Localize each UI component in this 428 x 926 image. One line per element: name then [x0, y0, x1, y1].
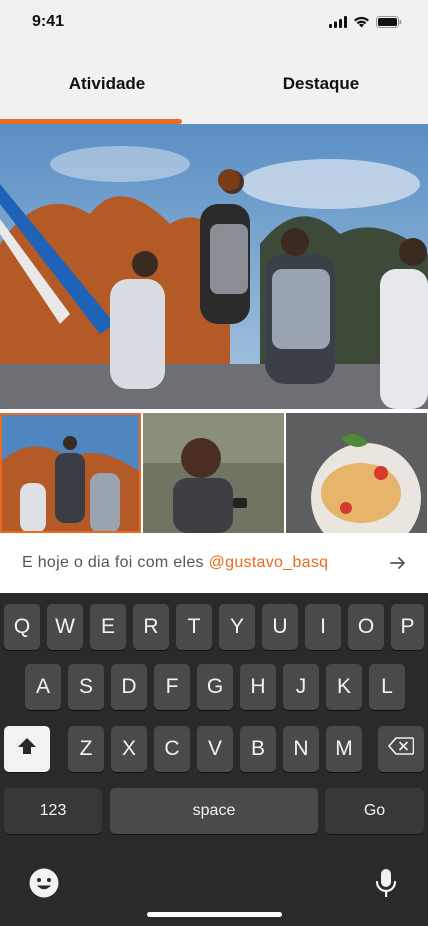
- signal-icon: [329, 16, 347, 28]
- backspace-icon: [388, 737, 415, 761]
- arrow-right-icon[interactable]: [388, 553, 408, 573]
- key-m[interactable]: M: [326, 726, 362, 772]
- key-l[interactable]: L: [369, 664, 405, 710]
- tab-bar: Atividade Destaque: [0, 44, 428, 124]
- key-b[interactable]: B: [240, 726, 276, 772]
- key-k[interactable]: K: [326, 664, 362, 710]
- key-f[interactable]: F: [154, 664, 190, 710]
- thumbnail-spaghetti[interactable]: [286, 413, 427, 533]
- key-u[interactable]: U: [262, 604, 298, 650]
- go-key[interactable]: Go: [325, 788, 424, 834]
- thumbnail-basketball[interactable]: [0, 413, 141, 533]
- thumbnail-woman-phone[interactable]: [143, 413, 284, 533]
- tab-destaque-label: Destaque: [282, 74, 360, 93]
- home-indicator: [147, 912, 282, 917]
- key-p[interactable]: P: [391, 604, 424, 650]
- key-g[interactable]: G: [197, 664, 233, 710]
- battery-icon: [376, 16, 402, 28]
- key-w[interactable]: W: [47, 604, 83, 650]
- key-q[interactable]: Q: [4, 604, 40, 650]
- key-r[interactable]: R: [133, 604, 169, 650]
- tab-atividade[interactable]: Atividade: [0, 44, 214, 124]
- main-photo-preview: [0, 124, 428, 409]
- key-n[interactable]: N: [283, 726, 319, 772]
- key-c[interactable]: C: [154, 726, 190, 772]
- key-v[interactable]: V: [197, 726, 233, 772]
- keyboard: Q W E R T Y U I O P A S D F G H J K L Z …: [0, 593, 428, 926]
- tab-destaque[interactable]: Destaque: [214, 44, 428, 124]
- emoji-icon[interactable]: [28, 867, 60, 904]
- status-bar: 9:41: [0, 0, 428, 44]
- space-key[interactable]: space: [110, 788, 318, 834]
- shift-icon: [16, 736, 38, 762]
- key-a[interactable]: A: [25, 664, 61, 710]
- thumbnail-strip: [0, 413, 428, 533]
- key-d[interactable]: D: [111, 664, 147, 710]
- status-icons: [329, 16, 402, 28]
- microphone-icon[interactable]: [374, 867, 398, 904]
- tab-atividade-label: Atividade: [68, 74, 146, 93]
- key-e[interactable]: E: [90, 604, 126, 650]
- key-z[interactable]: Z: [68, 726, 104, 772]
- key-o[interactable]: O: [348, 604, 384, 650]
- key-x[interactable]: X: [111, 726, 147, 772]
- key-s[interactable]: S: [68, 664, 104, 710]
- key-i[interactable]: I: [305, 604, 341, 650]
- caption-input[interactable]: E hoje o dia foi com eles @gustavo_basq: [22, 554, 328, 572]
- shift-key[interactable]: [4, 726, 50, 772]
- key-t[interactable]: T: [176, 604, 212, 650]
- status-time: 9:41: [32, 13, 65, 30]
- wifi-icon: [353, 16, 370, 28]
- key-y[interactable]: Y: [219, 604, 255, 650]
- caption-text: E hoje o dia foi com eles: [22, 554, 209, 571]
- numbers-key[interactable]: 123: [4, 788, 102, 834]
- key-j[interactable]: J: [283, 664, 319, 710]
- caption-mention[interactable]: @gustavo_basq: [209, 554, 329, 571]
- backspace-key[interactable]: [378, 726, 424, 772]
- caption-row: E hoje o dia foi com eles @gustavo_basq: [0, 533, 428, 593]
- key-h[interactable]: H: [240, 664, 276, 710]
